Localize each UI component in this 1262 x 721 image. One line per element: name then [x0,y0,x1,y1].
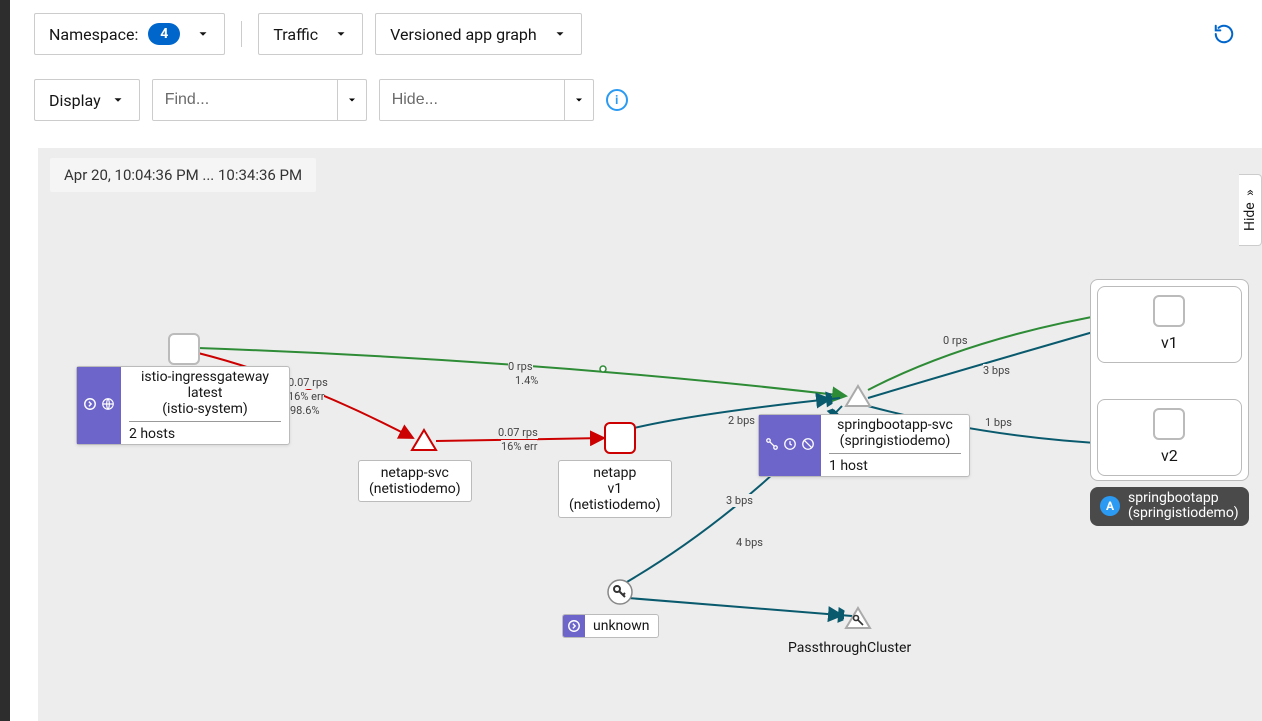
find-dropdown-button[interactable] [337,80,366,120]
edge-label: 0 rps [943,334,968,347]
traffic-dropdown[interactable]: Traffic [258,13,363,55]
node-namespace: (springistiodemo) [829,433,961,449]
node-version-label: v1 [1110,333,1229,352]
node-namespace: (netistiodemo) [369,481,461,497]
display-label: Display [49,91,101,110]
namespace-label: Namespace: [49,25,138,44]
node-unknown[interactable]: unknown [562,614,659,638]
edge-label: 4 bps [736,536,763,549]
app-namespace: (springistiodemo) [1128,506,1239,521]
node-springboot-svc[interactable]: springbootapp-svc (springistiodemo) 1 ho… [758,414,970,477]
help-info-icon[interactable]: i [606,89,628,111]
graph-type-dropdown[interactable]: Versioned app graph [375,13,582,55]
divider [241,21,242,47]
node-namespace: (istio-system) [129,401,281,417]
edge-label: 1 bps [985,416,1012,429]
replay-icon[interactable] [1210,20,1238,48]
namespace-dropdown[interactable]: Namespace: 4 [34,13,225,55]
node-netapp-svc-shape[interactable] [410,428,438,456]
node-netapp-svc[interactable]: netapp-svc (netistiodemo) [358,460,472,502]
chevron-down-icon [334,27,348,41]
node-unknown-key[interactable] [606,578,634,610]
namespace-count-badge: 4 [148,23,180,45]
node-version-label: v2 [1110,446,1229,465]
edge-label: 2 bps [728,414,755,427]
node-title: netapp-svc [369,465,461,481]
left-gutter [0,0,10,721]
hide-combo [379,79,594,121]
chevron-down-icon [196,27,210,41]
edge-label: 3 bps [726,494,753,507]
node-passthrough-shape[interactable] [844,606,872,634]
edge-label: 98.6% [290,404,320,417]
edge-label: 16% err [288,390,324,403]
hide-dropdown-button[interactable] [564,80,593,120]
app-group-footer[interactable]: A springbootapp (springistiodemo) [1090,487,1249,526]
chevron-down-icon [553,27,567,41]
filter-toolbar: Display i [10,66,652,134]
ban-icon [801,437,815,455]
node-springboot-svc-shape[interactable] [844,384,872,412]
node-netapp-shape[interactable] [604,422,636,454]
edge-label: 16% err [501,440,537,453]
node-hosts: 1 host [829,458,961,474]
display-dropdown[interactable]: Display [34,79,140,121]
node-netapp[interactable]: netapp v1 (netistiodemo) [558,460,672,518]
node-version: v1 [569,481,661,497]
edge-label: 0.07 rps [498,426,538,439]
traffic-label: Traffic [273,25,318,44]
toolbar: Namespace: 4 Traffic Versioned app graph [10,0,1262,68]
graph-type-label: Versioned app graph [390,25,537,44]
node-version: latest [129,385,281,401]
node-namespace: (netistiodemo) [569,497,661,513]
hide-input[interactable] [380,80,564,120]
arrow-right-circle-icon [83,397,97,415]
node-springboot-v2[interactable]: v2 [1097,399,1242,476]
node-ingress-gateway[interactable]: istio-ingressgateway latest (istio-syste… [76,366,290,445]
node-springboot-v1[interactable]: v1 [1097,286,1242,363]
globe-icon [101,397,115,415]
edge-label: 0 rps [508,360,533,373]
edge-label: 0.07 rps [288,376,328,389]
find-input[interactable] [153,80,337,120]
node-label: unknown [585,617,658,635]
arrow-right-circle-icon [563,615,585,637]
edge-label: 3 bps [983,364,1010,377]
node-title: netapp [569,465,661,481]
app-title: springbootapp [1128,491,1239,506]
edge-label: 1.4% [515,374,538,387]
node-title: istio-ingressgateway [129,369,281,385]
graph-canvas[interactable]: Apr 20, 10:04:36 PM ... 10:34:36 PM Hide… [38,148,1262,721]
route-icon [765,437,779,455]
chevron-down-icon [111,93,125,107]
node-ingress-version-box[interactable] [168,333,200,365]
node-passthrough-label: PassthroughCluster [788,640,911,656]
clock-icon [783,437,797,455]
find-combo [152,79,367,121]
node-hosts: 2 hosts [129,426,281,442]
app-badge-icon: A [1100,496,1120,516]
node-title: springbootapp-svc [829,417,961,433]
